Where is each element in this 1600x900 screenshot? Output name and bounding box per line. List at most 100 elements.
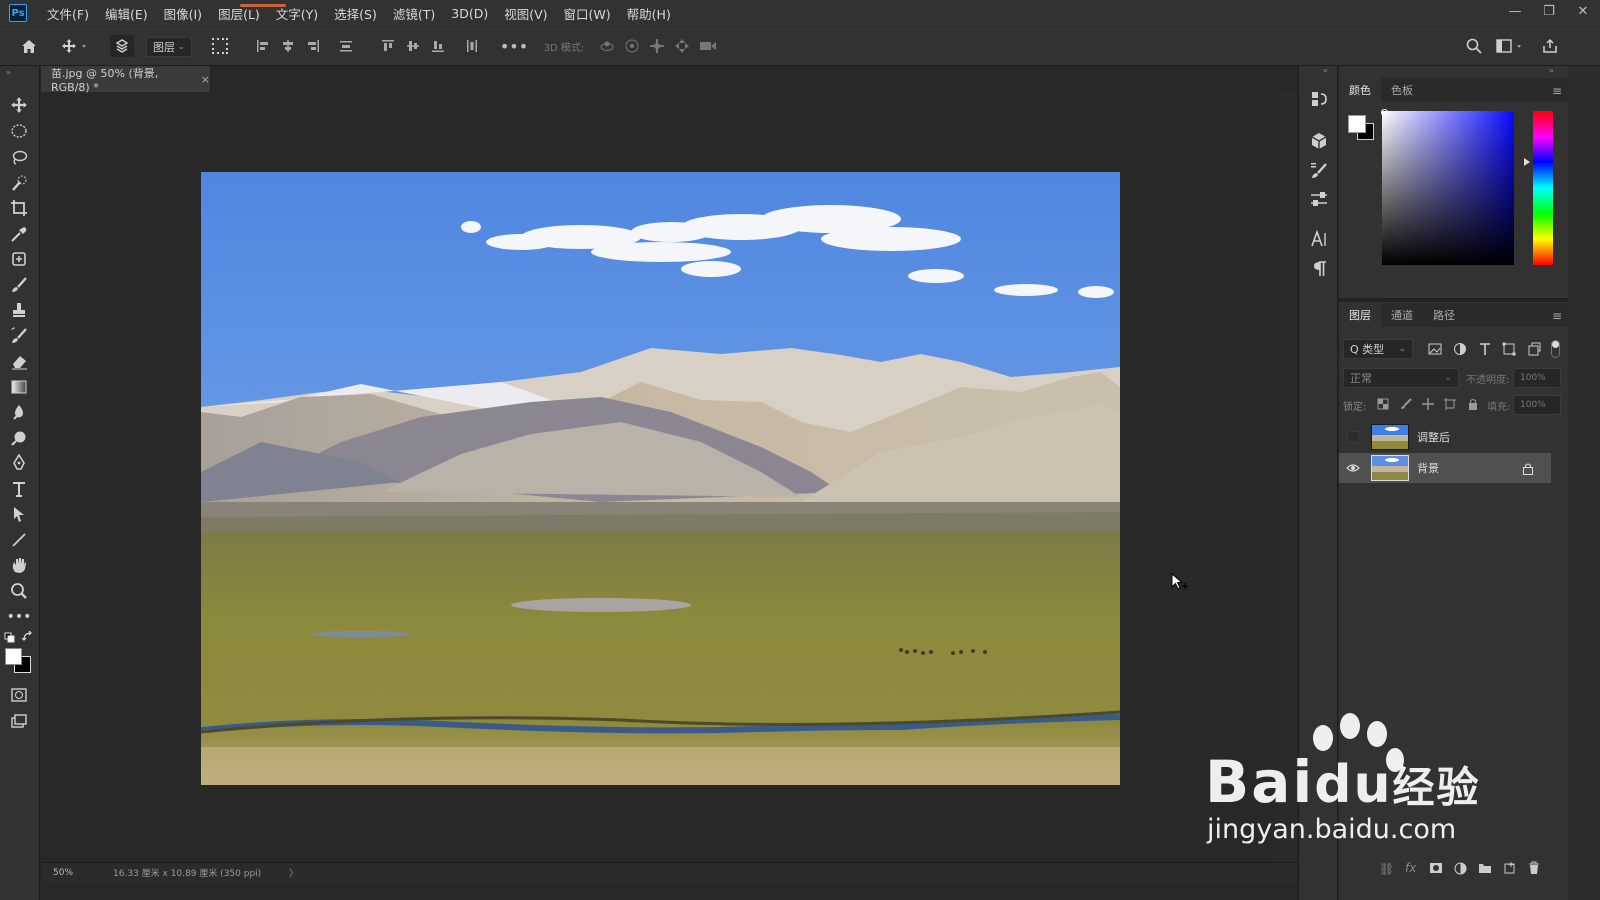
3d-panel-icon[interactable] (1308, 130, 1330, 152)
hue-slider-handle[interactable] (1524, 158, 1530, 166)
layer-row-background[interactable]: 背景 (1339, 453, 1551, 483)
menu-help[interactable]: 帮助(H) (619, 4, 679, 23)
history-panel-icon[interactable] (1308, 88, 1330, 110)
screen-mode-icon[interactable] (6, 710, 32, 732)
filter-type-icon[interactable] (1478, 342, 1492, 359)
layer-filter-dropdown[interactable]: Q 类型 ⌄ (1343, 339, 1413, 359)
layer-row-adjusted[interactable]: 调整后 (1339, 422, 1551, 452)
line-tool-icon[interactable] (6, 529, 32, 551)
menu-image[interactable]: 图像(I) (156, 4, 210, 23)
blur-icon[interactable] (6, 401, 32, 423)
restore-button[interactable]: ❐ (1532, 0, 1566, 22)
transform-controls-icon[interactable] (208, 35, 232, 57)
document-tab[interactable]: 苗.jpg @ 50% (背景, RGB/8) * × (41, 66, 211, 94)
collapse-toolbar-icon[interactable]: » (6, 68, 11, 77)
panel-menu-icon[interactable]: ≡ (1552, 84, 1562, 98)
align-top-icon[interactable] (379, 35, 397, 57)
new-group-icon[interactable] (1478, 862, 1492, 877)
home-icon[interactable] (18, 35, 40, 57)
align-bottom-icon[interactable] (429, 35, 447, 57)
edit-toolbar-icon[interactable]: ••• (6, 606, 32, 628)
add-mask-icon[interactable] (1429, 862, 1443, 877)
align-left-icon[interactable] (254, 35, 272, 57)
menu-edit[interactable]: 编辑(E) (97, 4, 156, 23)
default-colors-icon[interactable] (4, 632, 16, 647)
lock-all-icon[interactable] (1467, 398, 1479, 413)
tab-layers[interactable]: 图层 (1339, 303, 1381, 327)
new-layer-icon[interactable] (1503, 862, 1516, 878)
auto-select-icon[interactable] (110, 35, 134, 57)
distribute-icon[interactable] (337, 35, 355, 57)
hue-slider[interactable] (1533, 111, 1553, 265)
collapse-dock-icon[interactable]: « (1323, 66, 1328, 75)
zoom-level[interactable]: 50% (53, 868, 73, 878)
adjustments-panel-icon[interactable] (1308, 188, 1330, 210)
menu-view[interactable]: 视图(V) (496, 4, 555, 23)
3d-roll-icon[interactable] (623, 35, 641, 57)
lock-pixels-icon[interactable] (1400, 398, 1412, 413)
filter-toggle[interactable] (1551, 340, 1560, 358)
color-panel-fg-swatch[interactable] (1348, 115, 1366, 133)
hand-icon[interactable] (6, 554, 32, 576)
crop-icon[interactable] (6, 197, 32, 219)
workspace-icon[interactable] (1493, 35, 1529, 57)
filter-shape-icon[interactable] (1502, 342, 1516, 359)
gradient-icon[interactable] (6, 376, 32, 398)
align-vcenter-icon[interactable] (404, 35, 422, 57)
quick-selection-icon[interactable] (6, 172, 32, 194)
delete-layer-icon[interactable] (1528, 861, 1540, 878)
tab-channels[interactable]: 通道 (1381, 303, 1423, 327)
minimize-button[interactable]: — (1498, 0, 1532, 22)
close-button[interactable]: ✕ (1566, 0, 1600, 22)
blend-mode-dropdown[interactable]: 正常 ⌄ (1343, 368, 1459, 388)
character-panel-icon[interactable] (1308, 228, 1330, 250)
menu-filter[interactable]: 滤镜(T) (385, 4, 443, 23)
distribute-vertical-icon[interactable] (463, 35, 481, 57)
lock-transparent-icon[interactable] (1377, 398, 1389, 413)
color-picker-marker[interactable] (1381, 109, 1388, 116)
lock-position-icon[interactable] (1422, 398, 1434, 413)
filter-pixel-icon[interactable] (1428, 342, 1442, 359)
canvas-image[interactable] (201, 172, 1120, 785)
swap-colors-icon[interactable] (21, 630, 34, 646)
brush-icon[interactable] (6, 274, 32, 296)
eraser-icon[interactable] (6, 350, 32, 372)
opacity-field[interactable]: 100% (1513, 368, 1561, 388)
tab-paths[interactable]: 路径 (1423, 303, 1465, 327)
link-layers-icon[interactable]: ⛓ (1379, 862, 1394, 876)
close-tab-icon[interactable]: × (201, 73, 210, 86)
pen-icon[interactable] (6, 452, 32, 474)
quick-mask-icon[interactable] (6, 684, 32, 706)
collapse-panels-icon[interactable]: » (1549, 66, 1554, 75)
zoom-icon[interactable] (6, 580, 32, 602)
eye-icon[interactable] (1346, 462, 1360, 477)
new-adjustment-icon[interactable] (1454, 862, 1467, 878)
photoshop-logo[interactable]: Ps (9, 4, 27, 22)
3d-camera-icon[interactable] (698, 35, 718, 57)
elliptical-marquee-icon[interactable] (6, 120, 32, 142)
tab-swatches[interactable]: 色板 (1381, 78, 1423, 102)
3d-pan-icon[interactable] (648, 35, 666, 57)
lock-artboard-icon[interactable] (1444, 398, 1456, 413)
menu-file[interactable]: 文件(F) (39, 4, 97, 23)
status-menu-arrow[interactable]: 〉 (289, 866, 298, 879)
menu-select[interactable]: 选择(S) (326, 4, 385, 23)
type-tool-icon[interactable] (6, 478, 32, 500)
layer-visibility-toggle-off[interactable] (1347, 431, 1359, 443)
fill-field[interactable]: 100% (1513, 395, 1561, 415)
align-right-icon[interactable] (304, 35, 322, 57)
3d-orbit-icon[interactable] (598, 35, 616, 57)
color-picker-field[interactable] (1382, 111, 1514, 265)
history-brush-icon[interactable] (6, 325, 32, 347)
clone-stamp-icon[interactable] (6, 299, 32, 321)
path-selection-icon[interactable] (6, 503, 32, 525)
brushes-panel-icon[interactable] (1308, 160, 1330, 182)
align-hcenter-icon[interactable] (279, 35, 297, 57)
auto-select-dropdown[interactable]: 图层 ⌄ (146, 37, 192, 57)
filter-smart-object-icon[interactable] (1527, 342, 1541, 359)
filter-adjustment-icon[interactable] (1453, 342, 1467, 359)
move-tool-icon[interactable] (6, 94, 32, 116)
menu-3d[interactable]: 3D(D) (443, 6, 496, 21)
fx-icon[interactable]: fx (1405, 861, 1416, 875)
right-panel-scrollbar[interactable] (1568, 66, 1600, 900)
